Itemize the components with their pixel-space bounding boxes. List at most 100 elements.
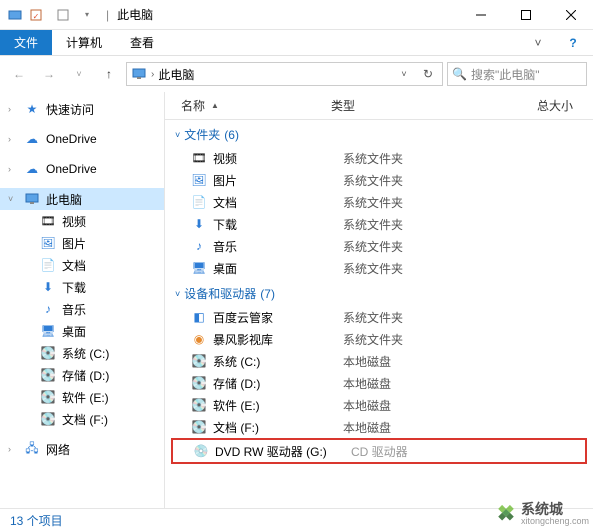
group-header-folders[interactable]: ˅ 文件夹 (6)	[165, 120, 593, 147]
qat-dropdown-icon[interactable]	[52, 4, 74, 26]
sidebar-documents[interactable]: 📄文档	[0, 254, 164, 276]
sidebar-label: 视频	[62, 213, 86, 230]
sidebar-onedrive[interactable]: › ☁ OneDrive	[0, 158, 164, 180]
ribbon-tabs: 文件 计算机 查看 ˅ ?	[0, 30, 593, 56]
collapse-icon[interactable]: ˅	[8, 194, 18, 204]
sidebar-network[interactable]: › 🖧 网络	[0, 438, 164, 460]
expand-icon[interactable]: ›	[8, 164, 18, 174]
sidebar-label: 图片	[62, 235, 86, 252]
chevron-right-icon[interactable]: ›	[151, 69, 154, 80]
item-music[interactable]: ♪音乐系统文件夹	[165, 235, 593, 257]
sidebar-drive-e[interactable]: 💽 软件 (E:)	[0, 386, 164, 408]
column-header-size[interactable]: 总大小	[471, 97, 593, 114]
music-icon: ♪	[191, 238, 207, 254]
tab-file[interactable]: 文件	[0, 30, 52, 55]
drive-icon: 💽	[40, 389, 56, 405]
sidebar-drive-f[interactable]: 💽文档 (F:)	[0, 408, 164, 430]
drive-icon: 💽	[191, 397, 207, 413]
quick-access-toolbar: ✓ ▾	[0, 4, 102, 26]
item-pictures[interactable]: 🖼图片系统文件夹	[165, 169, 593, 191]
chevron-down-icon: ˅	[175, 289, 180, 299]
sidebar-music[interactable]: ♪音乐	[0, 298, 164, 320]
help-icon[interactable]: ?	[553, 30, 593, 55]
videos-icon: 🎞	[40, 213, 56, 229]
cloud-icon: ☁	[24, 131, 40, 147]
item-drive-f[interactable]: 💽文档 (F:)本地磁盘	[165, 416, 593, 438]
downloads-icon: ⬇	[40, 279, 56, 295]
qat-properties-icon[interactable]: ✓	[28, 4, 50, 26]
sidebar-label: OneDrive	[46, 132, 97, 146]
address-box[interactable]: › 此电脑 ˅ ↻	[126, 62, 443, 86]
sidebar-downloads[interactable]: ⬇ 下载	[0, 276, 164, 298]
desktop-icon: 🖥	[40, 323, 56, 339]
expand-icon[interactable]: ›	[8, 444, 18, 454]
item-drive-e[interactable]: 💽软件 (E:)本地磁盘	[165, 394, 593, 416]
search-icon: 🔍	[452, 67, 467, 81]
status-item-count: 13 个项目	[10, 512, 63, 529]
sidebar-drive-d[interactable]: 💽存储 (D:)	[0, 364, 164, 386]
highlighted-cd-drive: 💿DVD RW 驱动器 (G:)CD 驱动器	[171, 438, 587, 464]
sidebar-onedrive[interactable]: › ☁ OneDrive	[0, 128, 164, 150]
expand-icon[interactable]: ›	[8, 134, 18, 144]
sidebar-drive-c[interactable]: 💽系统 (C:)	[0, 342, 164, 364]
tab-computer[interactable]: 计算机	[52, 30, 116, 55]
main-area: › ★ 快速访问 › ☁ OneDrive › ☁ OneDrive ˅ 此电脑…	[0, 92, 593, 508]
breadcrumb-this-pc[interactable]: 此电脑	[158, 66, 194, 83]
ribbon-expand-icon[interactable]: ˅	[523, 30, 553, 55]
close-button[interactable]	[548, 0, 593, 30]
sidebar-pictures[interactable]: 🖼图片	[0, 232, 164, 254]
minimize-button[interactable]	[458, 0, 503, 30]
pictures-icon: 🖼	[191, 172, 207, 188]
sidebar-desktop[interactable]: 🖥桌面	[0, 320, 164, 342]
item-dvd-drive[interactable]: 💿DVD RW 驱动器 (G:)CD 驱动器	[173, 440, 585, 462]
documents-icon: 📄	[191, 194, 207, 210]
column-headers: 名称▲ 类型 总大小	[165, 92, 593, 120]
expand-icon[interactable]: ›	[8, 104, 18, 114]
group-header-devices[interactable]: ˅ 设备和驱动器 (7)	[165, 279, 593, 306]
item-desktop[interactable]: 🖥桌面系统文件夹	[165, 257, 593, 279]
sidebar-label: 下载	[62, 279, 86, 296]
group-label: 文件夹	[184, 126, 220, 143]
network-icon: 🖧	[24, 441, 40, 457]
tab-view[interactable]: 查看	[116, 30, 168, 55]
app-icon[interactable]	[4, 4, 26, 26]
maximize-button[interactable]	[503, 0, 548, 30]
item-baofeng[interactable]: ◉暴风影视库系统文件夹	[165, 328, 593, 350]
watermark: 系统城 xitongcheng.com	[495, 502, 589, 526]
search-input[interactable]: 🔍 搜索"此电脑"	[447, 62, 587, 86]
group-count: (6)	[224, 128, 239, 142]
drive-icon: 💽	[40, 411, 56, 427]
item-documents[interactable]: 📄文档系统文件夹	[165, 191, 593, 213]
item-drive-c[interactable]: 💽系统 (C:)本地磁盘	[165, 350, 593, 372]
address-dropdown-icon[interactable]: ˅	[394, 64, 414, 84]
cloud-icon: ☁	[24, 161, 40, 177]
sidebar-label: 文档	[62, 257, 86, 274]
title-separator: |	[106, 8, 109, 22]
item-downloads[interactable]: ⬇下载系统文件夹	[165, 213, 593, 235]
sidebar-videos[interactable]: 🎞 视频	[0, 210, 164, 232]
search-placeholder: 搜索"此电脑"	[471, 66, 540, 83]
sidebar-this-pc[interactable]: ˅ 此电脑	[0, 188, 164, 210]
refresh-icon[interactable]: ↻	[418, 64, 438, 84]
sidebar-quick-access[interactable]: › ★ 快速访问	[0, 98, 164, 120]
item-videos[interactable]: 🎞视频系统文件夹	[165, 147, 593, 169]
column-header-name[interactable]: 名称▲	[181, 97, 331, 114]
desktop-icon: 🖥	[191, 260, 207, 276]
navigation-pane[interactable]: › ★ 快速访问 › ☁ OneDrive › ☁ OneDrive ˅ 此电脑…	[0, 92, 165, 508]
downloads-icon: ⬇	[191, 216, 207, 232]
nav-back-button[interactable]: ←	[6, 61, 32, 87]
nav-forward-button[interactable]: →	[36, 61, 62, 87]
music-icon: ♪	[40, 301, 56, 317]
drive-icon: 💽	[191, 375, 207, 391]
qat-expand-icon[interactable]: ▾	[76, 4, 98, 26]
nav-recent-dropdown[interactable]: ˅	[66, 61, 92, 87]
item-baidu-cloud[interactable]: ◧百度云管家系统文件夹	[165, 306, 593, 328]
column-header-type[interactable]: 类型	[331, 97, 471, 114]
titlebar: ✓ ▾ | 此电脑	[0, 0, 593, 30]
sidebar-label: 软件 (E:)	[62, 389, 109, 406]
nav-up-button[interactable]: ↑	[96, 61, 122, 87]
content-pane[interactable]: 名称▲ 类型 总大小 ˅ 文件夹 (6) 🎞视频系统文件夹 🖼图片系统文件夹 📄…	[165, 92, 593, 508]
sidebar-label: 存储 (D:)	[62, 367, 109, 384]
item-drive-d[interactable]: 💽存储 (D:)本地磁盘	[165, 372, 593, 394]
sidebar-label: OneDrive	[46, 162, 97, 176]
